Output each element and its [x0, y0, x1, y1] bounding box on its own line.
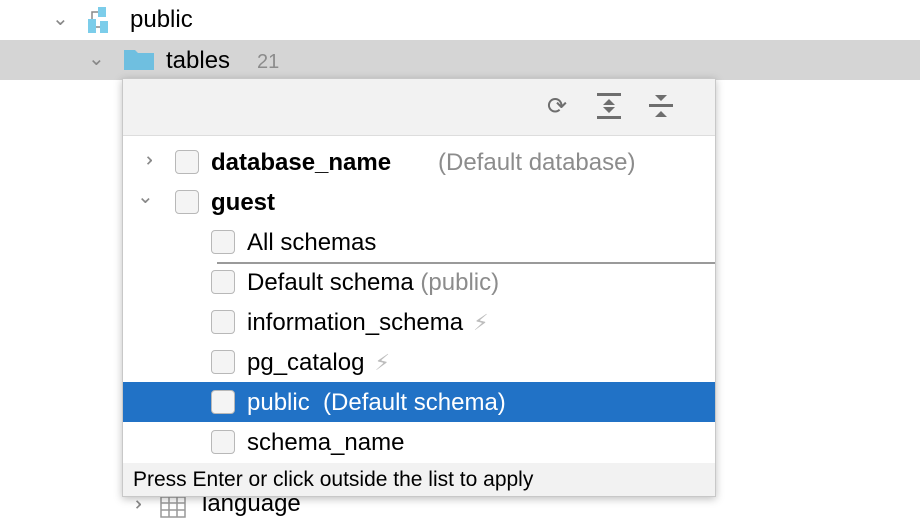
checkbox[interactable] [211, 270, 235, 294]
checkbox[interactable] [211, 390, 235, 414]
popup-toolbar: ⟳ [123, 79, 715, 136]
folder-icon [124, 50, 154, 70]
count-badge: 21 [257, 51, 280, 73]
schema-row-selected[interactable]: public (Default schema) [123, 382, 715, 422]
schema-selector-popup: ⟳ ⌄ database_name (Default database) ⌄ g… [122, 78, 716, 497]
popup-footer-hint: Press Enter or click outside the list to… [123, 463, 715, 496]
schema-row[interactable]: schema_name [123, 422, 715, 462]
tree-node-tables[interactable]: ⌄ tables 21 [0, 40, 920, 80]
schema-name: pg_catalog ⚡︎ [247, 349, 390, 376]
database-note: (Default database) [438, 149, 636, 176]
database-name: guest [211, 189, 276, 216]
chevron-down-icon[interactable]: ⌄ [52, 6, 69, 31]
chevron-right-icon[interactable]: ⌄ [133, 152, 158, 169]
tree-label: tables [166, 47, 231, 74]
checkbox[interactable] [211, 310, 235, 334]
lightning-icon: ⚡︎ [374, 350, 390, 375]
schema-icon [88, 7, 108, 33]
checkbox[interactable] [175, 190, 199, 214]
checkbox[interactable] [211, 230, 235, 254]
schema-row[interactable]: information_schema ⚡︎ [123, 302, 715, 342]
refresh-icon[interactable]: ⟳ [543, 93, 571, 121]
database-row[interactable]: ⌄ database_name (Default database) [123, 142, 715, 182]
checkbox[interactable] [175, 150, 199, 174]
chevron-down-icon[interactable]: ⌄ [137, 184, 154, 209]
collapse-all-icon[interactable] [647, 93, 675, 121]
checkbox[interactable] [211, 430, 235, 454]
schema-row[interactable]: pg_catalog ⚡︎ [123, 342, 715, 382]
database-row[interactable]: ⌄ guest [123, 182, 715, 222]
schema-name: All schemas [247, 229, 377, 256]
schema-row[interactable]: Default schema (public) [123, 262, 715, 302]
chevron-down-icon[interactable]: ⌄ [88, 46, 105, 71]
schema-name: public (Default schema) [247, 389, 506, 416]
tree-node-public[interactable]: ⌄ public [0, 0, 920, 40]
database-name: database_name [211, 149, 392, 176]
checkbox[interactable] [211, 350, 235, 374]
schema-name: schema_name [247, 429, 405, 456]
lightning-icon: ⚡︎ [473, 310, 489, 335]
chevron-right-icon[interactable]: ⌄ [122, 496, 147, 513]
expand-all-icon[interactable] [595, 93, 623, 121]
table-icon [160, 496, 186, 518]
tree-label: public [130, 6, 193, 33]
schema-name: Default schema (public) [247, 269, 500, 296]
schema-row-all[interactable]: All schemas [211, 222, 715, 264]
schema-name: information_schema ⚡︎ [247, 309, 489, 336]
